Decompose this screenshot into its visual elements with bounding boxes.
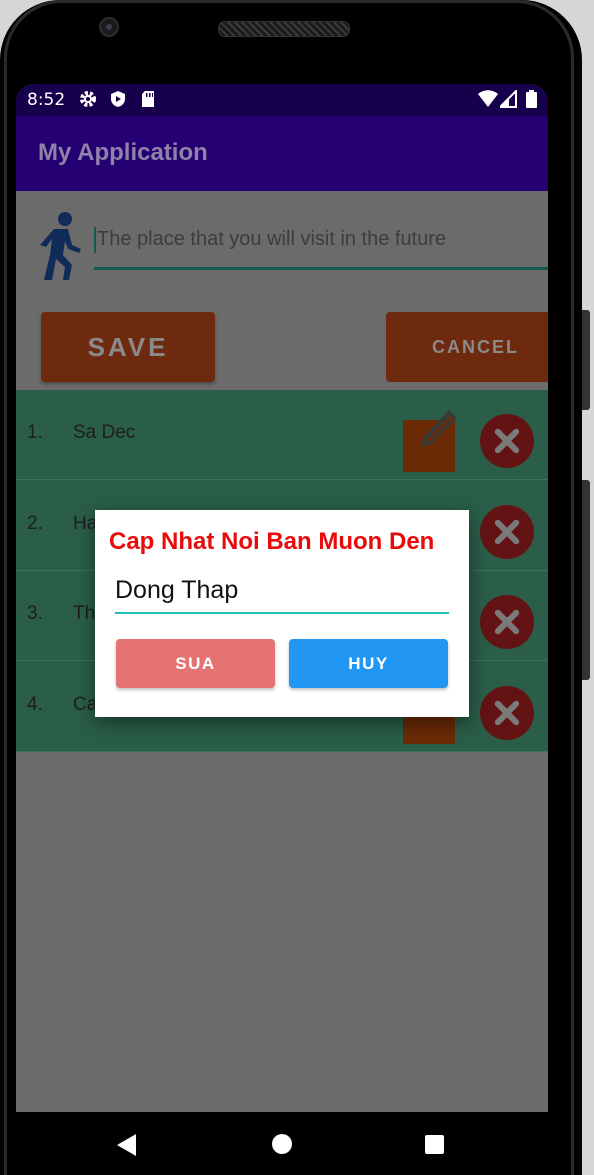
list-item-index: 4. <box>27 694 43 715</box>
back-icon[interactable] <box>117 1134 136 1156</box>
dialog-place-input[interactable]: Dong Thap <box>115 572 449 614</box>
delete-icon[interactable] <box>480 414 534 468</box>
dialog-cancel-button[interactable]: HUY <box>289 639 448 688</box>
signal-icon <box>497 88 517 112</box>
list-item-index: 2. <box>27 513 43 534</box>
list-item[interactable]: 1. Sa Dec <box>16 390 548 480</box>
list-item-name: Ha <box>73 513 98 534</box>
dialog-title: Cap Nhat Noi Ban Muon Den <box>109 528 435 555</box>
delete-icon[interactable] <box>480 686 534 740</box>
sd-card-icon <box>140 90 156 112</box>
power-button <box>582 310 590 410</box>
save-button[interactable]: SAVE <box>41 312 215 382</box>
delete-icon[interactable] <box>480 505 534 559</box>
update-dialog: Cap Nhat Noi Ban Muon Den Dong Thap SUA … <box>95 510 469 717</box>
battery-icon <box>526 90 537 112</box>
app-bar: My Application <box>16 116 548 191</box>
gear-icon <box>79 90 97 112</box>
front-camera <box>99 17 119 37</box>
volume-button <box>582 480 590 680</box>
status-time: 8:52 <box>27 90 66 110</box>
earpiece-speaker <box>218 21 350 37</box>
navigation-bar <box>16 1112 548 1175</box>
dialog-input-value: Dong Thap <box>115 576 239 604</box>
text-cursor <box>94 227 96 253</box>
update-button[interactable]: SUA <box>116 639 275 688</box>
screen: 8:52 My Application The place that you w… <box>16 84 548 1112</box>
status-bar: 8:52 <box>16 84 548 116</box>
place-input-placeholder: The place that you will visit in the fut… <box>97 228 447 250</box>
app-title: My Application <box>38 139 208 166</box>
cancel-button[interactable]: CANCEL <box>386 312 548 382</box>
list-item-index: 1. <box>27 422 43 443</box>
list-item-index: 3. <box>27 603 43 624</box>
delete-icon[interactable] <box>480 595 534 649</box>
wifi-icon <box>478 90 498 112</box>
place-input[interactable]: The place that you will visit in the fut… <box>94 223 548 270</box>
walking-person-icon <box>32 211 82 285</box>
recents-icon[interactable] <box>425 1135 444 1154</box>
list-item-name: Sa Dec <box>73 422 136 443</box>
shield-play-icon <box>109 90 127 112</box>
entry-form: The place that you will visit in the fut… <box>16 191 548 390</box>
list-item-name: Th <box>73 603 96 624</box>
home-icon[interactable] <box>272 1134 292 1154</box>
phone-frame: 8:52 My Application The place that you w… <box>0 0 590 1175</box>
edit-icon[interactable] <box>403 410 457 472</box>
